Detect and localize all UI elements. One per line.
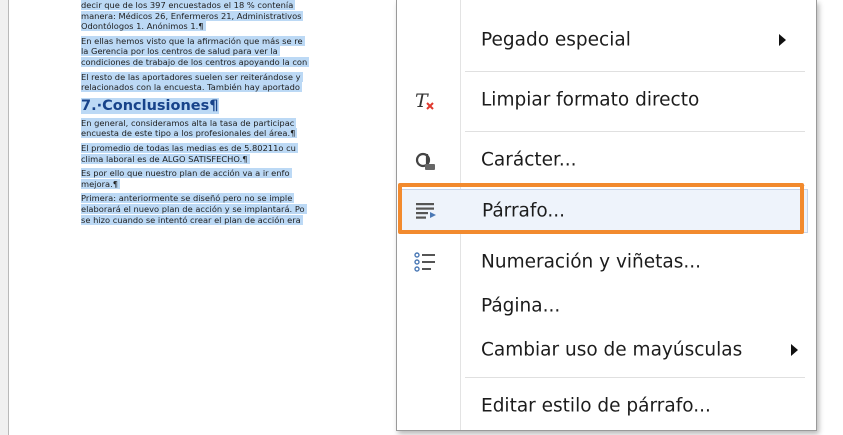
text-line: condiciones de trabajo de los centros ap… [81,56,310,67]
bullets-numbering-icon [413,250,437,274]
text-line: relacionados con la encuesta. También ha… [81,82,302,93]
menu-item-clear-direct-formatting[interactable]: T Limpiar formato directo [401,78,808,122]
menu-item-character[interactable]: Carácter... [401,138,808,182]
paragraph-4[interactable]: En general, consideramos alta la tasa de… [81,117,411,139]
menu-item-label: Editar estilo de párrafo... [481,395,711,417]
context-menu: Pegado especial T Limpiar formato direct… [396,0,817,431]
menu-item-label: Numeración y viñetas... [481,251,702,273]
menu-item-label: Pegado especial [481,29,631,51]
menu-item-page[interactable]: Página... [401,284,808,328]
text-line: En general, consideramos alta la tasa de… [81,117,297,128]
menu-item-label: Párrafo... [482,200,566,222]
paragraph-6[interactable]: Es por ello que nuestro plan de acción v… [81,168,411,189]
text-line: El promedio de todas las medias es de 5.… [81,142,298,153]
menu-separator [465,131,805,132]
menu-item-numbering-bullets[interactable]: Numeración y viñetas... [401,240,808,284]
paragraph-3[interactable]: El resto de las aportadores suelen ser r… [81,71,411,93]
menu-item-edit-paragraph-style[interactable]: Editar estilo de párrafo... [401,384,808,428]
text-line: la Gerencia por los centros de salud par… [81,46,280,57]
menu-item-label: Limpiar formato directo [481,89,700,111]
section-heading[interactable]: 7.·Conclusiones¶ [81,97,411,115]
text-line: Es por ello que nuestro plan de acción v… [81,168,292,179]
text-line: elaborará el nuevo plan de acción y se i… [81,203,307,214]
text-line: El resto de las aportadores suelen ser r… [81,71,303,82]
menu-item-paragraph[interactable]: Párrafo... [401,189,808,233]
clear-formatting-icon: T [413,88,437,112]
menu-separator [465,185,805,186]
text-line: encuesta de este tipo a los profesionale… [81,128,298,139]
text-line: decir que de los 397 encuestados el 18 %… [81,0,296,10]
menu-item-paste-special[interactable]: Pegado especial [401,18,808,62]
menu-separator [465,377,805,378]
menu-item-label: Cambiar uso de mayúsculas [481,339,743,361]
paragraph-7[interactable]: Primera: anteriormente se diseñó pero no… [81,193,411,225]
paragraph-1[interactable]: decir que de los 397 encuestados el 18 %… [81,0,411,32]
heading-text: 7.·Conclusiones¶ [81,97,219,114]
document-text[interactable]: decir que de los 397 encuestados el 18 %… [81,0,411,229]
paragraph-5[interactable]: El promedio de todas las medias es de 5.… [81,142,411,164]
character-icon [413,148,437,172]
text-line: En ellas hemos visto que la afirmación q… [81,35,305,46]
text-line: Primera: anteriormente se diseñó pero no… [81,193,295,204]
text-line: se hizo cuando se intentó crear el plan … [81,214,303,225]
text-line: Odontólogos 1. Anónimos 1.¶ [81,21,206,32]
submenu-arrow-icon [791,344,798,356]
submenu-arrow-icon [779,34,786,46]
menu-separator [465,71,805,72]
text-line: clima laboral es de ALGO SATISFECHO.¶ [81,153,250,164]
screenshot-frame: decir que de los 397 encuestados el 18 %… [0,0,843,435]
text-line: manera: Médicos 26, Enfermeros 21, Admin… [81,10,304,21]
paragraph-2[interactable]: En ellas hemos visto que la afirmación q… [81,35,411,68]
paragraph-icon [414,199,438,223]
menu-item-label: Carácter... [481,149,577,171]
menu-item-change-case[interactable]: Cambiar uso de mayúsculas [401,328,808,372]
text-line: mejora.¶ [81,178,120,189]
menu-item-label: Página... [481,295,561,317]
